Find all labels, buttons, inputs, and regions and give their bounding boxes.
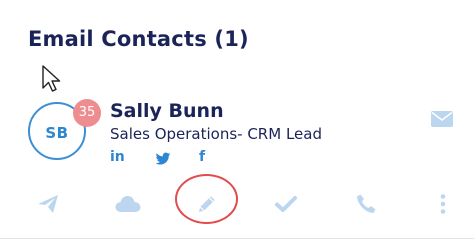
edit-highlight-annotation: [175, 174, 238, 224]
twitter-icon[interactable]: [155, 150, 171, 168]
contact-name[interactable]: Sally Bunn: [110, 100, 224, 122]
mouse-cursor-icon: [42, 65, 61, 92]
more-vertical-icon[interactable]: [431, 192, 455, 216]
facebook-icon[interactable]: f: [199, 148, 205, 166]
divider: [0, 238, 474, 239]
send-icon[interactable]: [36, 192, 60, 216]
avatar-initials: SB: [45, 124, 69, 142]
page-title: Email Contacts (1): [28, 27, 249, 51]
contact-role: Sales Operations- CRM Lead: [110, 125, 322, 143]
email-contacts-card: Email Contacts (1) SB 35 Sally Bunn Sale…: [0, 0, 474, 242]
linkedin-icon[interactable]: in: [110, 148, 125, 166]
envelope-icon[interactable]: [431, 111, 453, 127]
phone-icon[interactable]: [354, 192, 378, 216]
count-badge: 35: [73, 99, 101, 127]
cloud-icon[interactable]: [114, 192, 142, 216]
checkmark-icon[interactable]: [274, 192, 298, 216]
